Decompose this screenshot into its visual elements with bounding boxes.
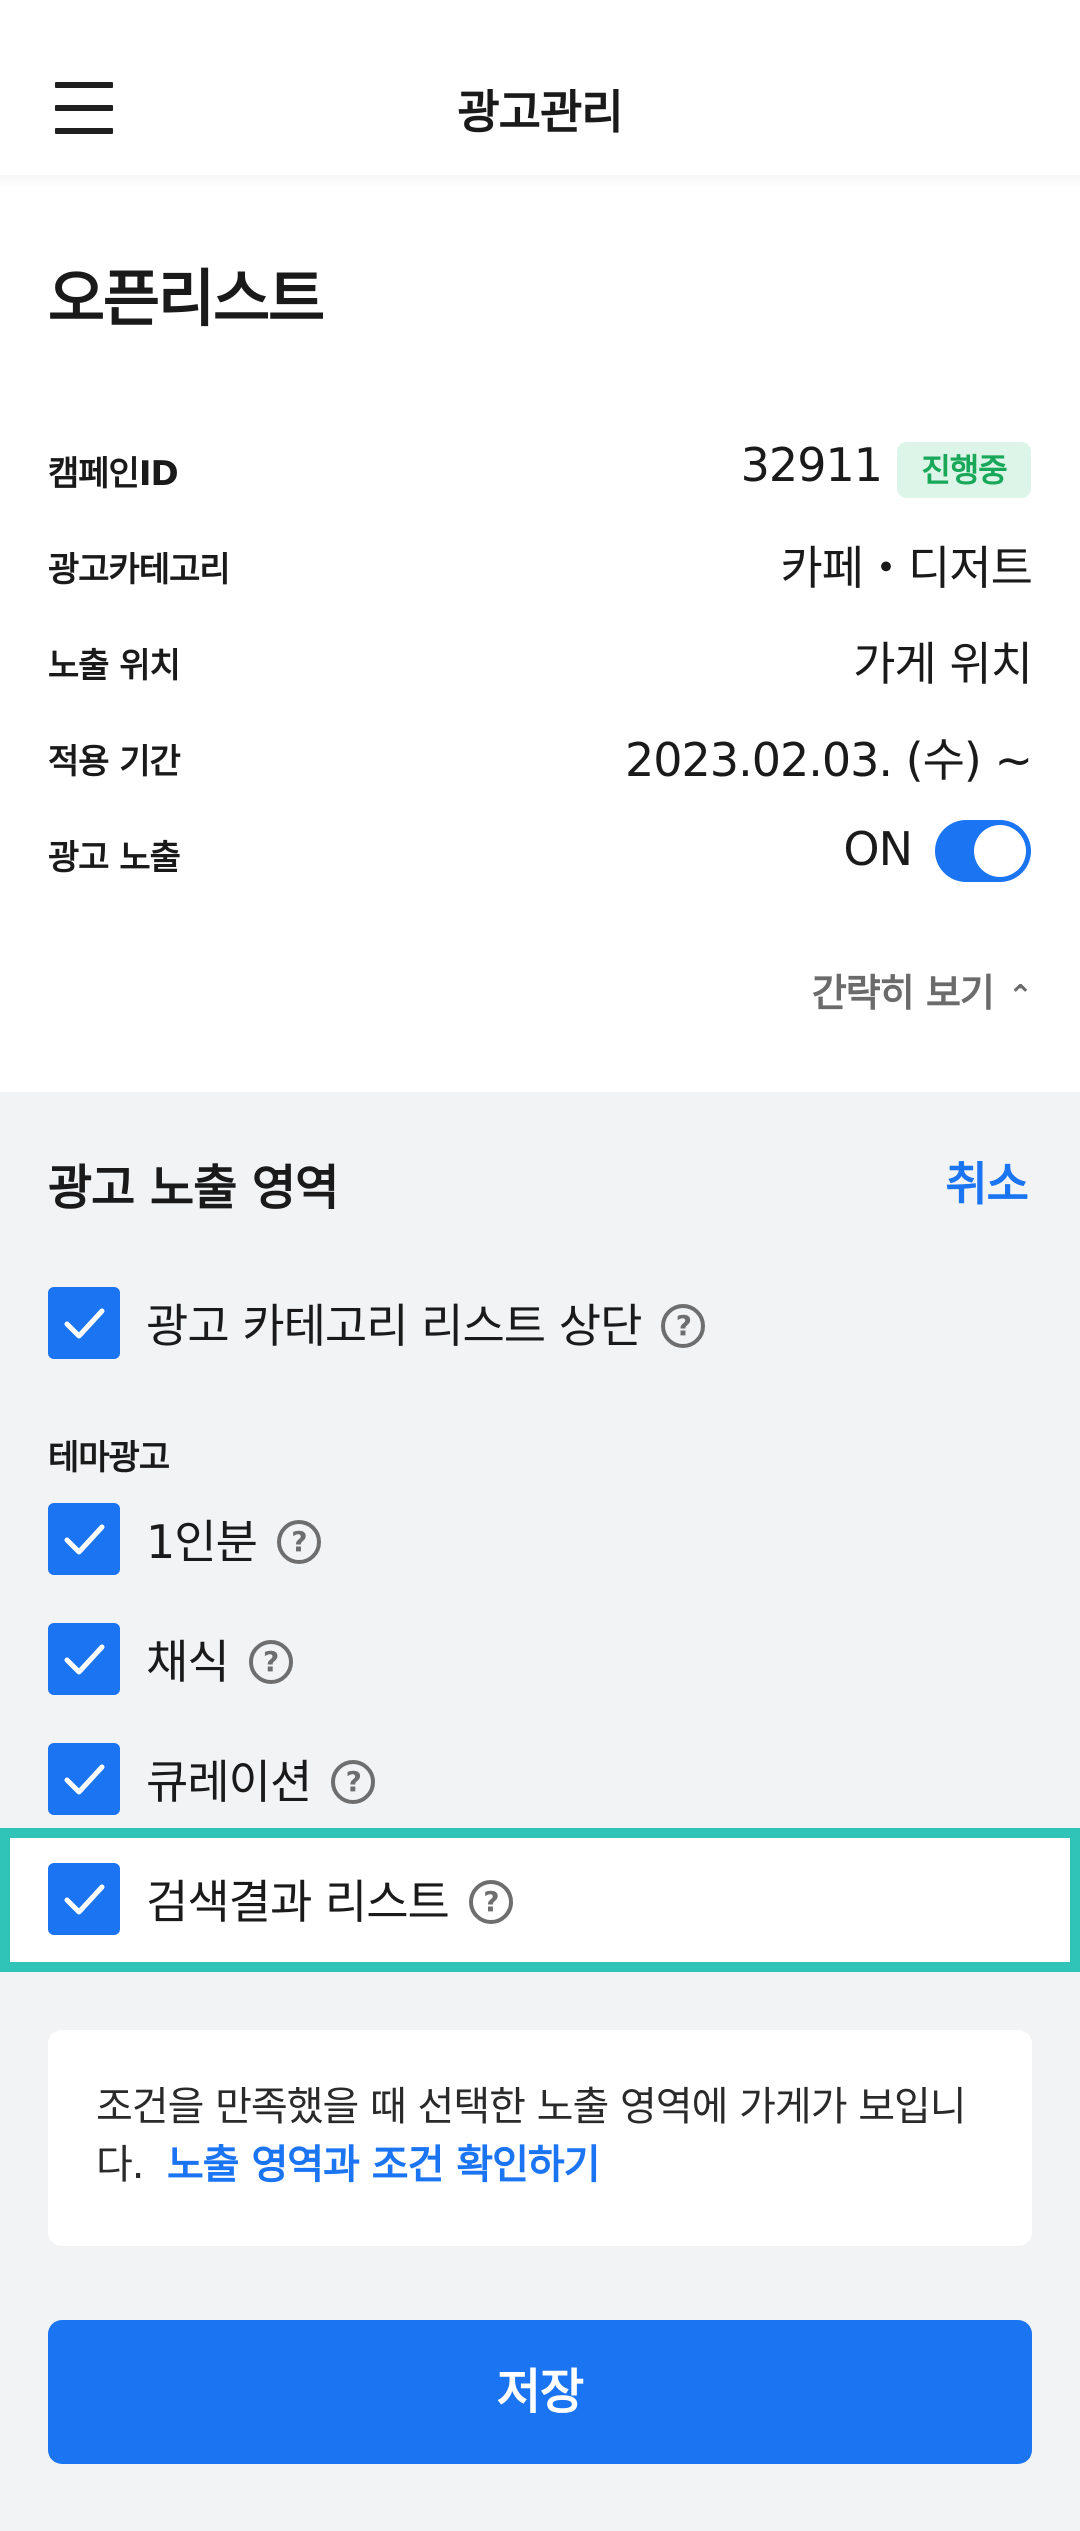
period-label: 적용 기간 <box>48 742 181 782</box>
check-icon <box>64 1644 105 1675</box>
campaign-id-value: 32911 <box>740 438 883 492</box>
save-button[interactable]: 저장 <box>48 2320 1032 2464</box>
location-label: 노출 위치 <box>48 646 181 686</box>
option-curation: 큐레이션? <box>146 1746 376 1812</box>
checkbox-search-results[interactable] <box>48 1863 120 1935</box>
checkbox-1inbun[interactable] <box>48 1503 120 1575</box>
toggle-knob <box>974 825 1026 877</box>
location-value: 가게 위치 <box>853 637 1033 691</box>
checkbox-vegetarian[interactable] <box>48 1623 120 1695</box>
page-title: 오픈리스트 <box>48 262 325 335</box>
check-icon <box>64 1524 105 1555</box>
checkbox-top-option[interactable] <box>48 1287 120 1359</box>
exposure-value: ON <box>843 822 913 876</box>
option-vegetarian: 채식? <box>146 1626 293 1692</box>
category-value: 카페・디저트 <box>780 541 1033 595</box>
info-text: 조건을 만족했을 때 선택한 노출 영역에 가게가 보입니다. 노출 영역과 조… <box>96 2078 996 2194</box>
help-icon[interactable]: ? <box>661 1303 706 1348</box>
check-icon <box>64 1884 105 1915</box>
help-icon[interactable]: ? <box>248 1639 293 1684</box>
status-badge: 진행중 <box>897 442 1031 498</box>
category-label: 광고카테고리 <box>48 550 231 590</box>
collapse-label: 간략히 보기 <box>811 971 995 1015</box>
chevron-up-icon: ⌃ <box>1007 979 1033 1014</box>
option-label: 채식 <box>146 1635 230 1689</box>
help-icon[interactable]: ? <box>331 1759 376 1804</box>
check-icon <box>64 1764 105 1795</box>
campaign-id-label: 캠페인ID <box>48 454 179 494</box>
section-title: 광고 노출 영역 <box>48 1160 339 1216</box>
option-label: 1인분 <box>146 1515 258 1569</box>
exposure-label: 광고 노출 <box>48 838 181 878</box>
theme-label: 테마광고 <box>48 1438 170 1478</box>
collapse-button[interactable]: 간략히 보기 ⌃ <box>811 962 1033 1017</box>
app-header: 광고관리 <box>0 0 1080 180</box>
help-icon[interactable]: ? <box>468 1879 513 1924</box>
info-box: 조건을 만족했을 때 선택한 노출 영역에 가게가 보입니다. 노출 영역과 조… <box>48 2030 1032 2246</box>
header-divider <box>0 175 1080 189</box>
option-label: 큐레이션 <box>146 1755 312 1809</box>
option-label: 광고 카테고리 리스트 상단 <box>146 1299 642 1353</box>
check-icon <box>64 1308 105 1339</box>
option-label: 검색결과 리스트 <box>146 1875 450 1929</box>
option-1inbun: 1인분? <box>146 1506 321 1572</box>
option-top-label: 광고 카테고리 리스트 상단? <box>146 1290 706 1356</box>
cancel-button[interactable]: 취소 <box>945 1148 1029 1214</box>
header-title: 광고관리 <box>457 85 623 139</box>
help-icon[interactable]: ? <box>276 1519 321 1564</box>
exposure-toggle[interactable] <box>935 820 1031 882</box>
option-search-results: 검색결과 리스트? <box>146 1866 513 1932</box>
checkbox-curation[interactable] <box>48 1743 120 1815</box>
info-link[interactable]: 노출 영역과 조건 확인하기 <box>167 2142 601 2188</box>
period-value: 2023.02.03. (수) ~ <box>625 733 1033 787</box>
